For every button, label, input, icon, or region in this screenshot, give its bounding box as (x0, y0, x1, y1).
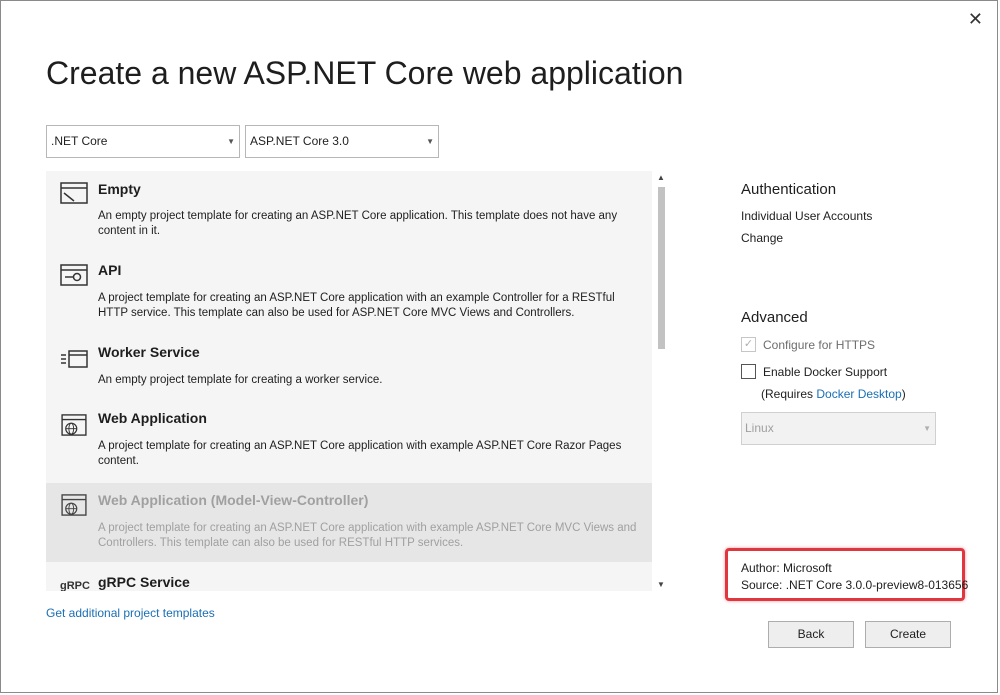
authentication-heading: Authentication (741, 181, 837, 198)
source-info: Source: .NET Core 3.0.0-preview8-013656 (741, 578, 968, 592)
docker-support-label: Enable Docker Support (763, 365, 888, 379)
web-application-icon (61, 414, 87, 436)
version-dropdown-value: ASP.NET Core 3.0 (250, 134, 349, 148)
dialog-window: ✕ Create a new ASP.NET Core web applicat… (0, 0, 998, 693)
template-name: Empty (98, 181, 141, 197)
docker-desktop-link[interactable]: Docker Desktop (816, 387, 901, 401)
source-label: Source: (741, 578, 783, 592)
requires-suffix: ) (901, 387, 906, 401)
worker-service-icon (61, 350, 88, 368)
change-authentication-link[interactable]: Change (741, 231, 783, 245)
docker-os-dropdown[interactable]: Linux ▼ (741, 412, 936, 445)
empty-template-icon (60, 182, 88, 204)
advanced-heading: Advanced (741, 309, 808, 326)
template-item-api[interactable]: API A project template for creating an A… (46, 253, 652, 333)
framework-dropdown-value: .NET Core (51, 134, 108, 148)
author-value: Microsoft (783, 561, 832, 575)
scrollbar-thumb[interactable] (658, 187, 665, 349)
authentication-value: Individual User Accounts (741, 209, 873, 223)
scroll-down-icon[interactable]: ▼ (657, 580, 665, 589)
template-name: Web Application (Model-View-Controller) (98, 492, 369, 508)
template-list[interactable]: Empty An empty project template for crea… (46, 171, 652, 591)
requires-docker-note: (Requires Docker Desktop) (761, 387, 906, 401)
template-item-worker-service[interactable]: Worker Service An empty project template… (46, 335, 652, 401)
https-checkbox[interactable]: ✓ (741, 337, 756, 352)
template-item-empty[interactable]: Empty An empty project template for crea… (46, 171, 652, 251)
version-dropdown[interactable]: ASP.NET Core 3.0 ▼ (245, 125, 439, 158)
docker-support-checkbox[interactable] (741, 364, 756, 379)
template-item-web-mvc[interactable]: Web Application (Model-View-Controller) … (46, 483, 652, 562)
template-description: An empty project template for creating a… (98, 210, 618, 237)
get-additional-templates-link[interactable]: Get additional project templates (46, 606, 215, 620)
framework-dropdown[interactable]: .NET Core ▼ (46, 125, 240, 158)
template-list-scrollbar[interactable]: ▲ ▼ (652, 171, 670, 591)
template-name: API (98, 262, 122, 278)
template-description: A project template for creating an ASP.N… (98, 440, 622, 467)
template-name: Web Application (98, 410, 207, 426)
page-title: Create a new ASP.NET Core web applicatio… (46, 55, 684, 91)
template-item-grpc-service[interactable]: gRPC gRPC Service (46, 564, 652, 591)
author-info: Author: Microsoft (741, 561, 832, 575)
grpc-icon: gRPC (60, 580, 90, 591)
chevron-down-icon: ▼ (923, 424, 931, 433)
template-description: A project template for creating an ASP.N… (98, 522, 637, 549)
api-template-icon (60, 264, 88, 286)
scroll-up-icon[interactable]: ▲ (657, 173, 665, 182)
docker-os-value: Linux (745, 421, 774, 435)
template-description: An empty project template for creating a… (98, 374, 383, 386)
template-description: A project template for creating an ASP.N… (98, 292, 615, 319)
web-mvc-icon (61, 494, 87, 516)
chevron-down-icon: ▼ (426, 137, 434, 146)
template-name: gRPC Service (98, 574, 190, 590)
close-icon[interactable]: ✕ (968, 9, 983, 30)
back-button[interactable]: Back (768, 621, 854, 648)
template-name: Worker Service (98, 344, 200, 360)
checkmark-icon: ✓ (743, 338, 754, 350)
create-button[interactable]: Create (865, 621, 951, 648)
https-label: Configure for HTTPS (763, 338, 876, 352)
author-label: Author: (741, 561, 780, 575)
chevron-down-icon: ▼ (227, 137, 235, 146)
template-item-web-application[interactable]: Web Application A project template for c… (46, 403, 652, 481)
requires-prefix: (Requires (761, 387, 817, 401)
source-value: .NET Core 3.0.0-preview8-013656 (785, 578, 969, 592)
